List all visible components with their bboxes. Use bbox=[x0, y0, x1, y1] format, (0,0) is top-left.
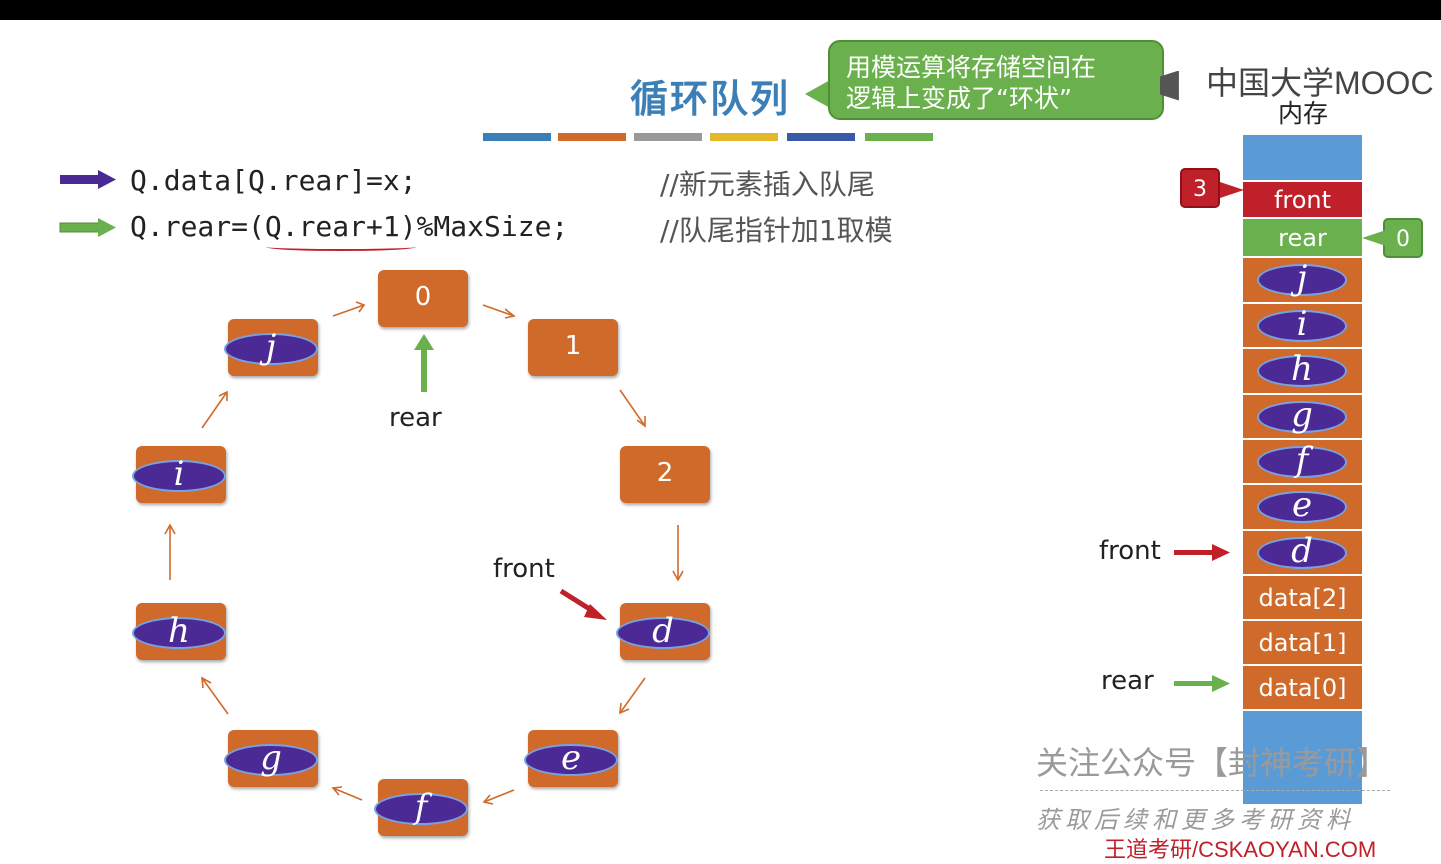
memory-data-0: data[0] bbox=[1243, 666, 1362, 711]
ring-rear-label: rear bbox=[389, 403, 442, 433]
ring-node-2: 2 bbox=[620, 446, 710, 503]
memory-cell-f: f bbox=[1243, 440, 1362, 485]
rear-value-badge: 0 bbox=[1383, 218, 1423, 258]
ring-node-5-element: f bbox=[374, 787, 468, 827]
memory-cell-d: d bbox=[1243, 531, 1362, 576]
ring-node-3-element: d bbox=[616, 611, 710, 651]
ring-node-1: 1 bbox=[528, 319, 618, 376]
arrows-layer bbox=[59, 170, 1230, 805]
rear-badge-pointer-icon bbox=[1362, 230, 1386, 246]
watermark-divider bbox=[1040, 790, 1390, 791]
memory-rear-cell: rear bbox=[1243, 219, 1362, 258]
ring-node-6: g bbox=[224, 730, 318, 787]
ring-node-7: h bbox=[132, 603, 226, 660]
memory-cell-j: j bbox=[1243, 258, 1362, 304]
ring-rear-arrow-icon bbox=[414, 334, 434, 392]
code-underline bbox=[266, 243, 416, 251]
ring-node-4: e bbox=[524, 730, 618, 787]
memory-cell-h: h bbox=[1243, 349, 1362, 395]
memory-cell-g: g bbox=[1243, 395, 1362, 440]
ring-node-5: f bbox=[374, 779, 468, 836]
memory-rear-arrow-icon bbox=[1174, 675, 1230, 692]
ring-node-6-element: g bbox=[224, 738, 318, 778]
ring-node-0: 0 bbox=[378, 270, 468, 327]
code-arrow-purple-icon bbox=[60, 170, 116, 189]
memory-data-1: data[1] bbox=[1243, 621, 1362, 666]
ring-node-3: d bbox=[616, 603, 710, 660]
watermark-line-3: 王道考研/CSKAOYAN.COM bbox=[1104, 837, 1377, 862]
ring-node-2-index: 2 bbox=[656, 458, 674, 488]
ring-node-8-element: i bbox=[132, 454, 226, 494]
memory-front-pointer-label: front bbox=[1099, 536, 1161, 566]
code-comment-1: //新元素插入队尾 bbox=[660, 168, 875, 201]
code-comment-2: //队尾指针加1取模 bbox=[660, 214, 893, 247]
ring-arrow-d-e bbox=[619, 677, 646, 714]
memory-cell-e: e bbox=[1243, 485, 1362, 531]
memory-front-arrow-icon bbox=[1174, 544, 1230, 561]
memory-data-2: data[2] bbox=[1243, 576, 1362, 621]
ring-node-4-element: e bbox=[524, 738, 618, 778]
ring-arrow-0-1 bbox=[482, 304, 515, 317]
ring-arrow-i-j bbox=[201, 391, 228, 429]
memory-rear-pointer-label: rear bbox=[1101, 666, 1154, 696]
memory-front-cell: front bbox=[1243, 182, 1362, 219]
ring-node-1-index: 1 bbox=[564, 331, 582, 361]
ring-arrow-g-h bbox=[201, 677, 229, 715]
ring-front-arrow-icon bbox=[559, 588, 607, 620]
memory-top-blank bbox=[1243, 135, 1362, 182]
code-arrow-green-icon bbox=[59, 218, 116, 237]
watermark-line-2: 获取后续和更多考研资料 bbox=[1036, 806, 1355, 834]
ring-node-7-element: h bbox=[132, 611, 226, 651]
watermark-line-1: 关注公众号【封神考研】 bbox=[1036, 744, 1389, 782]
code-line-1: Q.data[Q.rear]=x; bbox=[130, 164, 417, 197]
ring-front-label: front bbox=[493, 554, 555, 584]
front-value-badge: 3 bbox=[1180, 168, 1220, 208]
front-badge-pointer-icon bbox=[1220, 182, 1244, 198]
ring-node-0-index: 0 bbox=[414, 282, 432, 312]
ring-node-9-element: j bbox=[224, 327, 318, 367]
ring-node-9: j bbox=[224, 319, 318, 376]
ring-node-8: i bbox=[132, 446, 226, 503]
ring-arrow-1-2 bbox=[619, 389, 646, 427]
memory-cell-i: i bbox=[1243, 304, 1362, 349]
code-line-2: Q.rear=(Q.rear+1)%MaxSize; bbox=[130, 210, 569, 243]
